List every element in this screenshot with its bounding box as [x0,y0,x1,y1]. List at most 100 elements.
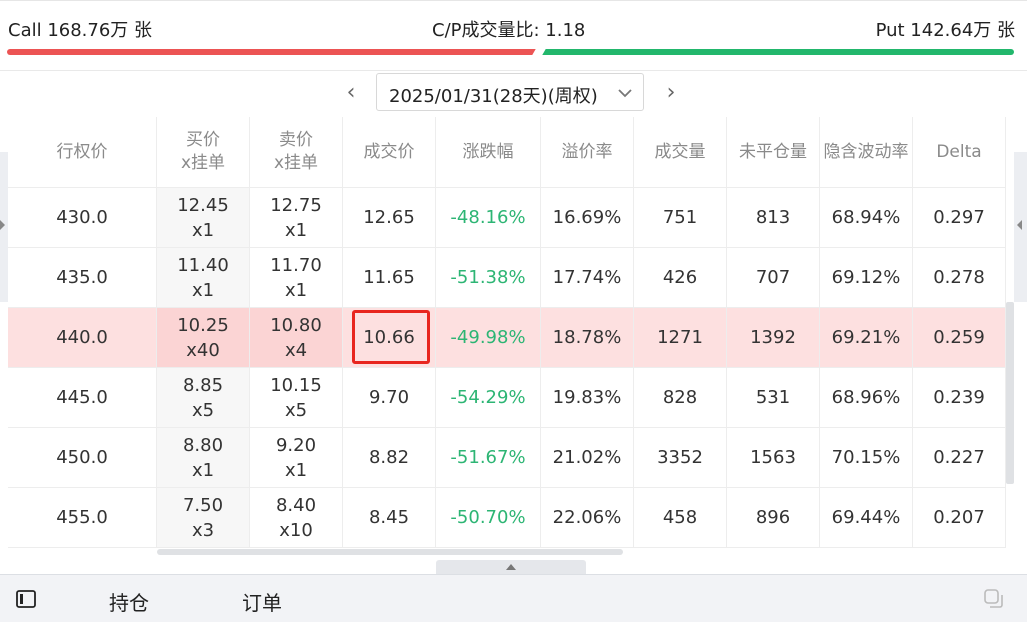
delta-cell: 0.239 [913,368,1006,427]
iv-cell: 68.96% [820,368,913,427]
ask-cell[interactable]: 10.80 x4 [250,308,343,367]
bid-cell[interactable]: 8.85 x5 [157,368,250,427]
premium-cell: 18.78% [541,308,634,367]
header-implied-volatility[interactable]: 隐含波动率 [820,117,913,187]
delta-cell: 0.259 [913,308,1006,367]
bid-size: x1 [191,219,215,241]
change-cell: -51.38% [436,248,541,307]
change-cell: -50.70% [436,488,541,547]
volume-cell: 751 [634,188,727,247]
strike-cell: 440.0 [8,308,157,367]
open-interest-cell: 1392 [727,308,820,367]
ask-cell[interactable]: 11.70 x1 [250,248,343,307]
header-ask-size: x挂单 [273,153,319,173]
header-ask-label: 卖价 [279,130,313,150]
bid-price: 8.85 [182,374,224,396]
copy-icon[interactable] [983,588,1005,610]
horizontal-scrollbar[interactable] [157,549,623,555]
header-strike[interactable]: 行权价 [8,117,157,187]
table-row-highlighted[interactable]: 440.0 10.25 x40 10.80 x4 10.66 -49.98% 18.… [8,308,1006,368]
ask-price: 12.75 [270,194,322,216]
header-bid[interactable]: 买价 x挂单 [157,117,250,187]
volume-cell: 828 [634,368,727,427]
header-bid-label: 买价 [186,130,220,150]
bid-cell[interactable]: 7.50 x3 [157,488,250,547]
header-volume[interactable]: 成交量 [634,117,727,187]
premium-cell: 19.83% [541,368,634,427]
call-ratio-segment [7,49,538,55]
strike-cell: 445.0 [8,368,157,427]
chevron-down-icon [618,89,632,98]
tab-positions[interactable]: 持仓 [109,587,149,616]
ask-cell[interactable]: 12.75 x1 [250,188,343,247]
chevron-left-icon[interactable]: ‹ [338,80,364,106]
header-ask[interactable]: 卖价 x挂单 [250,117,343,187]
option-chain-table: 行权价 买价 x挂单 卖价 x挂单 成交价 涨跌幅 溢价率 成交量 未平仓量 隐… [8,117,1006,557]
table-row[interactable]: 455.0 7.50 x3 8.40 x10 8.45 -50.70% 22.06%… [8,488,1006,548]
delta-cell: 0.207 [913,488,1006,547]
bid-cell[interactable]: 11.40 x1 [157,248,250,307]
sidebar-toggle-icon[interactable] [16,590,36,608]
put-ratio-segment [541,49,1014,55]
volume-cell: 426 [634,248,727,307]
open-interest-cell: 531 [727,368,820,427]
header-delta[interactable]: Delta [913,117,1006,187]
header-open-interest[interactable]: 未平仓量 [727,117,820,187]
table-row[interactable]: 430.0 12.45 x1 12.75 x1 12.65 -48.16% 16.6… [8,188,1006,248]
bid-size: x5 [191,399,215,421]
table-row[interactable]: 435.0 11.40 x1 11.70 x1 11.65 -51.38% 17.7… [8,248,1006,308]
open-interest-cell: 896 [727,488,820,547]
iv-cell: 70.15% [820,428,913,487]
table-row[interactable]: 450.0 8.80 x1 9.20 x1 8.82 -51.67% 21.02% … [8,428,1006,488]
last-price-cell: 8.82 [343,428,436,487]
bid-size: x3 [191,519,215,541]
header-premium[interactable]: 溢价率 [541,117,634,187]
chevron-right-icon[interactable]: › [658,80,684,106]
ask-cell[interactable]: 8.40 x10 [250,488,343,547]
ask-size: x5 [284,399,308,421]
header-change[interactable]: 涨跌幅 [436,117,541,187]
bid-price: 10.25 [177,314,229,336]
ask-cell[interactable]: 9.20 x1 [250,428,343,487]
expiry-date-select[interactable]: 2025/01/31(28天)(周权) [376,73,644,111]
delta-cell: 0.227 [913,428,1006,487]
bid-cell[interactable]: 12.45 x1 [157,188,250,247]
strike-cell: 455.0 [8,488,157,547]
tab-orders[interactable]: 订单 [242,587,282,616]
divider [0,70,1027,71]
last-price-cell: 12.65 [343,188,436,247]
ask-cell[interactable]: 10.15 x5 [250,368,343,427]
vertical-scrollbar[interactable] [1006,302,1014,484]
highlight-box [352,310,430,364]
bid-size: x40 [186,339,220,361]
last-price-cell: 9.70 [343,368,436,427]
change-cell: -51.67% [436,428,541,487]
ask-price: 11.70 [270,254,322,276]
caret-left-icon [1017,220,1022,230]
premium-cell: 22.06% [541,488,634,547]
bid-price: 12.45 [177,194,229,216]
table-header: 行权价 买价 x挂单 卖价 x挂单 成交价 涨跌幅 溢价率 成交量 未平仓量 隐… [8,117,1006,188]
delta-cell: 0.278 [913,248,1006,307]
change-cell: -49.98% [436,308,541,367]
premium-cell: 16.69% [541,188,634,247]
volume-cell: 3352 [634,428,727,487]
header-last-price[interactable]: 成交价 [343,117,436,187]
strike-cell: 430.0 [8,188,157,247]
bid-price: 7.50 [182,494,224,516]
last-price-cell: 8.45 [343,488,436,547]
volume-cell: 1271 [634,308,727,367]
premium-cell: 21.02% [541,428,634,487]
ask-size: x1 [284,219,308,241]
change-cell: -54.29% [436,368,541,427]
delta-cell: 0.297 [913,188,1006,247]
iv-cell: 69.12% [820,248,913,307]
call-volume: Call 168.76万 张 [8,20,153,41]
bid-cell[interactable]: 10.25 x40 [157,308,250,367]
table-row[interactable]: 445.0 8.85 x5 10.15 x5 9.70 -54.29% 19.83%… [8,368,1006,428]
bid-price: 8.80 [182,434,224,456]
open-interest-cell: 813 [727,188,820,247]
strike-cell: 435.0 [8,248,157,307]
caret-up-icon [506,564,516,570]
bid-cell[interactable]: 8.80 x1 [157,428,250,487]
